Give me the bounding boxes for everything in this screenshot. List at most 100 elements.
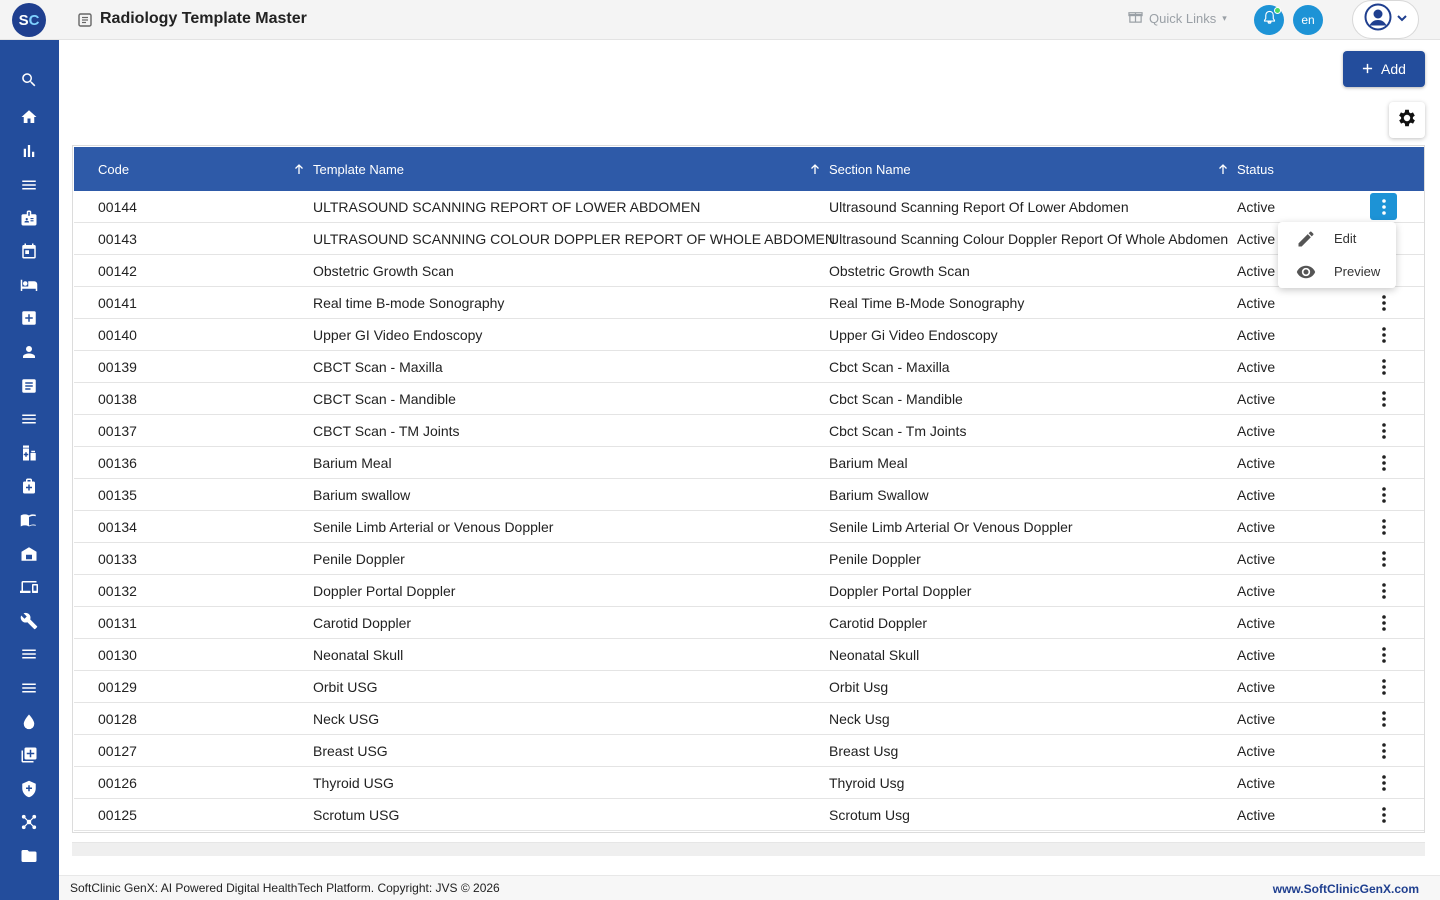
footer-website-link[interactable]: www.SoftClinicGenX.com <box>1273 882 1419 896</box>
cell-status: Active <box>1237 806 1276 823</box>
preview-menu-item[interactable]: Preview <box>1278 255 1396 288</box>
cell-template-name: CBCT Scan - TM Joints <box>313 422 460 439</box>
table-settings-button[interactable] <box>1389 102 1425 138</box>
table-row[interactable]: 00136 Barium Meal Barium Meal Active <box>74 447 1424 479</box>
table-row[interactable]: 00131 Carotid Doppler Carotid Doppler Activ… <box>74 607 1424 639</box>
list-alt-icon[interactable] <box>19 376 39 396</box>
table-row[interactable]: 00142 Obstetric Growth Scan Obstetric Grow… <box>74 255 1424 287</box>
table-row[interactable]: 00134 Senile Limb Arterial or Venous Dopp… <box>74 511 1424 543</box>
row-actions-button[interactable] <box>1370 321 1397 348</box>
person-icon[interactable] <box>19 342 39 362</box>
menu-icon[interactable] <box>19 678 39 698</box>
store-icon[interactable] <box>19 544 39 564</box>
row-actions-button[interactable] <box>1370 769 1397 796</box>
cell-code: 00129 <box>98 678 137 695</box>
table-row[interactable]: 00144 ULTRASOUND SCANNING REPORT OF LOWER… <box>74 191 1424 223</box>
row-actions-button[interactable] <box>1370 673 1397 700</box>
column-header-code[interactable]: Code <box>98 147 129 191</box>
search-icon[interactable] <box>19 70 39 90</box>
sort-arrow-up-icon[interactable] <box>294 147 304 191</box>
gear-icon <box>1396 107 1418 134</box>
network-icon[interactable] <box>19 812 39 832</box>
row-actions-button[interactable] <box>1370 737 1397 764</box>
bed-icon[interactable] <box>19 275 39 295</box>
badge-icon[interactable] <box>19 208 39 228</box>
table-row[interactable]: 00125 Scrotum USG Scrotum Usg Active <box>74 799 1424 831</box>
table-row[interactable]: 00138 CBCT Scan - Mandible Cbct Scan - Man… <box>74 383 1424 415</box>
more-vert-icon <box>1381 422 1386 439</box>
row-actions-button[interactable] <box>1370 417 1397 444</box>
cell-template-name: Scrotum USG <box>313 806 400 823</box>
sort-arrow-up-icon[interactable] <box>810 147 820 191</box>
table-row[interactable]: 00128 Neck USG Neck Usg Active <box>74 703 1424 735</box>
table-row[interactable]: 00143 ULTRASOUND SCANNING COLOUR DOPPLER … <box>74 223 1424 255</box>
table-row[interactable]: 00127 Breast USG Breast Usg Active <box>74 735 1424 767</box>
row-actions-button[interactable] <box>1370 481 1397 508</box>
user-menu-button[interactable] <box>1352 0 1419 39</box>
add-button[interactable]: Add <box>1343 51 1425 87</box>
row-actions-button[interactable] <box>1370 193 1397 220</box>
add-library-icon[interactable] <box>19 745 39 765</box>
folder-icon[interactable] <box>19 846 39 866</box>
table-row[interactable]: 00141 Real time B-mode Sonography Real Tim… <box>74 287 1424 319</box>
shield-icon[interactable] <box>19 779 39 799</box>
cell-code: 00142 <box>98 262 137 279</box>
table-row[interactable]: 00140 Upper GI Video Endoscopy Upper Gi Vi… <box>74 319 1424 351</box>
table-row[interactable]: 00137 CBCT Scan - TM Joints Cbct Scan - Tm… <box>74 415 1424 447</box>
menu-icon[interactable] <box>19 175 39 195</box>
table-row[interactable]: 00135 Barium swallow Barium Swallow Active <box>74 479 1424 511</box>
row-actions-button[interactable] <box>1370 545 1397 572</box>
sort-arrow-up-icon[interactable] <box>1218 147 1228 191</box>
row-actions-button[interactable] <box>1370 705 1397 732</box>
notifications-button[interactable] <box>1254 5 1284 35</box>
row-actions-button[interactable] <box>1370 641 1397 668</box>
row-actions-button[interactable] <box>1370 353 1397 380</box>
table-row[interactable]: 00130 Neonatal Skull Neonatal Skull Active <box>74 639 1424 671</box>
home-icon[interactable] <box>19 107 39 127</box>
table-row[interactable]: 00132 Doppler Portal Doppler Doppler Porta… <box>74 575 1424 607</box>
language-button[interactable]: en <box>1293 5 1323 35</box>
blood-drop-icon[interactable] <box>19 712 39 732</box>
cell-template-name: ULTRASOUND SCANNING COLOUR DOPPLER REPOR… <box>313 230 835 247</box>
row-actions-button[interactable] <box>1370 513 1397 540</box>
medication-icon[interactable] <box>19 443 39 463</box>
column-header-template-name[interactable]: Template Name <box>313 147 404 191</box>
cell-code: 00132 <box>98 582 137 599</box>
row-actions-button[interactable] <box>1370 577 1397 604</box>
book-icon[interactable] <box>19 510 39 530</box>
cell-code: 00137 <box>98 422 137 439</box>
row-actions-button[interactable] <box>1370 801 1397 828</box>
menu-icon[interactable] <box>19 644 39 664</box>
medical-plus-icon[interactable] <box>19 308 39 328</box>
cell-code: 00135 <box>98 486 137 503</box>
edit-menu-item[interactable]: Edit <box>1278 222 1396 255</box>
row-actions-button[interactable] <box>1370 385 1397 412</box>
column-header-section-name[interactable]: Section Name <box>829 147 911 191</box>
cell-template-name: Obstetric Growth Scan <box>313 262 454 279</box>
cell-status: Active <box>1237 742 1276 759</box>
app-logo[interactable]: SC <box>12 3 46 37</box>
horizontal-scrollbar[interactable] <box>72 842 1425 856</box>
cell-status: Active <box>1237 454 1276 471</box>
caret-down-icon: ▾ <box>1222 12 1227 23</box>
pharmacy-icon[interactable] <box>19 476 39 496</box>
cell-section-name: Ultrasound Scanning Colour Doppler Repor… <box>829 230 1229 247</box>
devices-icon[interactable] <box>19 577 39 597</box>
calendar-icon[interactable] <box>19 241 39 261</box>
row-actions-button[interactable] <box>1370 609 1397 636</box>
row-actions-button[interactable] <box>1370 289 1397 316</box>
table-row[interactable]: 00129 Orbit USG Orbit Usg Active <box>74 671 1424 703</box>
table-row[interactable]: 00133 Penile Doppler Penile Doppler Active <box>74 543 1424 575</box>
row-actions-button[interactable] <box>1370 449 1397 476</box>
bar-chart-icon[interactable] <box>19 141 39 161</box>
more-vert-icon <box>1381 390 1386 407</box>
cell-section-name: Upper Gi Video Endoscopy <box>829 326 998 343</box>
wrench-icon[interactable] <box>19 611 39 631</box>
quick-links-dropdown[interactable]: Quick Links ▾ <box>1128 9 1227 27</box>
table-row[interactable]: 00126 Thyroid USG Thyroid Usg Active <box>74 767 1424 799</box>
menu-icon[interactable] <box>19 409 39 429</box>
column-header-status[interactable]: Status <box>1237 147 1274 191</box>
cell-status: Active <box>1237 710 1276 727</box>
cell-section-name: Scrotum Usg <box>829 806 910 823</box>
table-row[interactable]: 00139 CBCT Scan - Maxilla Cbct Scan - Maxi… <box>74 351 1424 383</box>
